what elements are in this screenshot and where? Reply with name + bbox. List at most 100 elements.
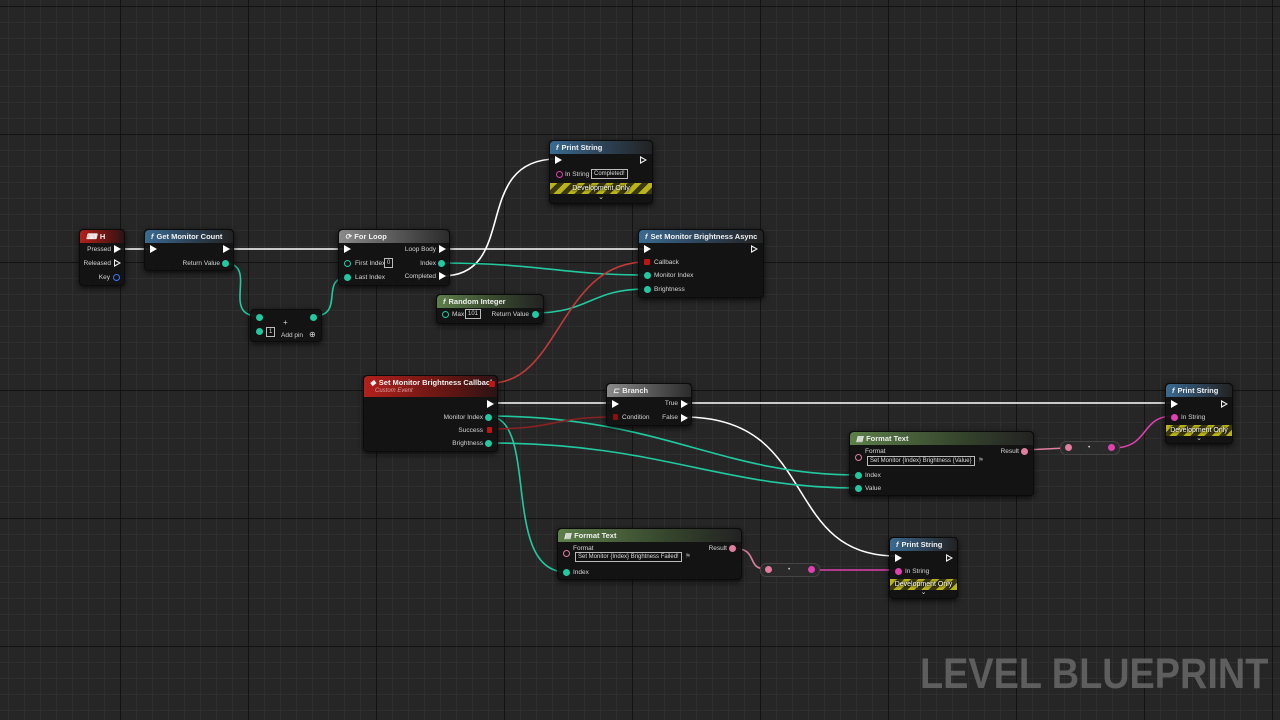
add-node[interactable]: + 1 Add pin ⊕	[250, 309, 322, 342]
false-label: False	[662, 414, 678, 421]
node-title: Set Monitor Brightness Callback	[378, 378, 495, 387]
exec-in-pin[interactable]	[1171, 400, 1178, 408]
chevron-down-icon[interactable]: ⌄	[1166, 434, 1232, 442]
return-value-pin[interactable]	[222, 260, 229, 267]
exec-out-pin[interactable]	[751, 245, 758, 253]
pressed-exec-pin[interactable]	[114, 245, 121, 253]
for-loop-node[interactable]: ⟳ For Loop Loop Body First Index 0 Index …	[338, 229, 450, 286]
conversion-out-pin[interactable]	[1108, 444, 1115, 451]
conversion-in-pin[interactable]	[765, 566, 772, 573]
flag-icon[interactable]: ⚑	[978, 456, 984, 465]
conversion-out-pin[interactable]	[808, 566, 815, 573]
exec-out-pin[interactable]	[640, 156, 647, 164]
node-header: f Random Integer	[437, 295, 543, 308]
a-input-pin[interactable]	[256, 314, 263, 321]
conversion-dot: •	[1088, 444, 1091, 451]
brightness-pin[interactable]	[485, 440, 492, 447]
text-to-string-conversion-node[interactable]: •	[1060, 441, 1120, 455]
node-title: Set Monitor Brightness Async	[650, 232, 758, 241]
flag-icon[interactable]: ⚑	[685, 552, 691, 561]
print-string-failed-node[interactable]: f Print String In String Development Only…	[889, 537, 958, 599]
chevron-down-icon[interactable]: ⌄	[890, 588, 957, 596]
exec-in-pin[interactable]	[644, 245, 651, 253]
get-monitor-count-node[interactable]: f Get Monitor Count Return Value	[144, 229, 234, 271]
format-pin[interactable]	[855, 454, 862, 461]
key-event-node[interactable]: ⌨ H Pressed Released Key	[79, 229, 125, 286]
add-pin-label[interactable]: Add pin	[281, 331, 303, 340]
random-integer-node[interactable]: f Random Integer Max 101 Return Value	[436, 294, 544, 324]
key-label: Key	[98, 274, 110, 281]
return-value-pin[interactable]	[532, 311, 539, 318]
keyboard-icon: ⌨	[86, 232, 97, 241]
branch-node[interactable]: ⊏ Branch True Condition False	[606, 383, 692, 426]
true-exec-pin[interactable]	[681, 400, 688, 408]
monitor-index-label: Monitor Index	[443, 414, 483, 421]
text-to-string-conversion-node[interactable]: •	[760, 563, 820, 577]
result-label: Result	[1000, 448, 1019, 455]
index-label: Index	[573, 569, 589, 576]
key-pin[interactable]	[113, 274, 120, 281]
format-field[interactable]: Set Monitor {Index} Brightness {Value}	[867, 456, 975, 466]
index-pin[interactable]	[563, 569, 570, 576]
b-value-field[interactable]: 1	[266, 327, 276, 337]
exec-in-pin[interactable]	[150, 245, 157, 253]
max-pin[interactable]	[442, 311, 449, 318]
exec-in-pin[interactable]	[612, 400, 619, 408]
format-label: Format	[865, 448, 886, 455]
brightness-pin[interactable]	[644, 286, 651, 293]
node-header: f Print String	[550, 141, 652, 154]
brightness-callback-event-node[interactable]: ◆ Set Monitor Brightness Callback Custom …	[363, 375, 498, 452]
index-pin[interactable]	[855, 472, 862, 479]
false-exec-pin[interactable]	[681, 414, 688, 422]
blueprint-graph-canvas[interactable]: ⌨ H Pressed Released Key f Get Monitor Cou…	[0, 0, 1280, 720]
monitor-index-pin[interactable]	[644, 272, 651, 279]
in-string-pin[interactable]	[1171, 414, 1178, 421]
first-index-field[interactable]: 0	[384, 258, 394, 268]
brightness-label: Brightness	[452, 440, 483, 447]
b-input-pin[interactable]	[256, 328, 263, 335]
exec-out-pin[interactable]	[223, 245, 230, 253]
success-pin[interactable]	[487, 427, 492, 433]
completed-exec-pin[interactable]	[439, 272, 446, 280]
in-string-field[interactable]: Completed!	[591, 169, 628, 179]
index-pin[interactable]	[438, 260, 445, 267]
data-wire	[439, 262, 647, 276]
value-pin[interactable]	[855, 485, 862, 492]
set-brightness-async-node[interactable]: f Set Monitor Brightness Async Callback M…	[638, 229, 764, 298]
loop-body-exec-pin[interactable]	[439, 245, 446, 253]
in-string-pin[interactable]	[895, 568, 902, 575]
add-output-pin[interactable]	[310, 314, 317, 321]
print-string-completed-node[interactable]: f Print String In String Completed! Devel…	[549, 140, 653, 204]
first-index-pin[interactable]	[344, 260, 351, 267]
exec-out-pin[interactable]	[487, 400, 494, 408]
format-field[interactable]: Set Monitor {Index} Brightness Failed!	[575, 552, 682, 562]
result-pin[interactable]	[1021, 448, 1028, 455]
callback-pin[interactable]	[644, 259, 650, 265]
exec-out-pin[interactable]	[1221, 400, 1228, 408]
exec-in-pin[interactable]	[895, 554, 902, 562]
result-pin[interactable]	[729, 545, 736, 552]
index-label: Index	[865, 472, 881, 479]
chevron-down-icon[interactable]: ⌄	[550, 193, 652, 201]
format-text-failed-node[interactable]: ▤ Format Text Format Set Monitor {Index} …	[557, 528, 742, 580]
exec-in-pin[interactable]	[555, 156, 562, 164]
function-icon: f	[443, 297, 446, 306]
in-string-pin[interactable]	[556, 171, 563, 178]
released-exec-pin[interactable]	[114, 259, 121, 267]
format-pin[interactable]	[563, 550, 570, 557]
max-field[interactable]: 101	[465, 309, 482, 319]
conversion-in-pin[interactable]	[1065, 444, 1072, 451]
monitor-index-pin[interactable]	[485, 414, 492, 421]
node-header: ⌨ H	[80, 230, 124, 243]
last-index-pin[interactable]	[344, 274, 351, 281]
format-text-success-node[interactable]: ▤ Format Text Format Set Monitor {Index} …	[849, 431, 1034, 496]
print-string-success-node[interactable]: f Print String In String Development Only…	[1165, 383, 1233, 444]
condition-pin[interactable]	[613, 414, 618, 420]
exec-in-pin[interactable]	[344, 245, 351, 253]
delegate-out-pin[interactable]	[489, 381, 495, 387]
add-pin-icon[interactable]: ⊕	[309, 330, 316, 339]
function-icon: f	[556, 143, 559, 152]
node-header: f Print String	[1166, 384, 1232, 397]
node-title: For Loop	[354, 232, 387, 241]
exec-out-pin[interactable]	[946, 554, 953, 562]
